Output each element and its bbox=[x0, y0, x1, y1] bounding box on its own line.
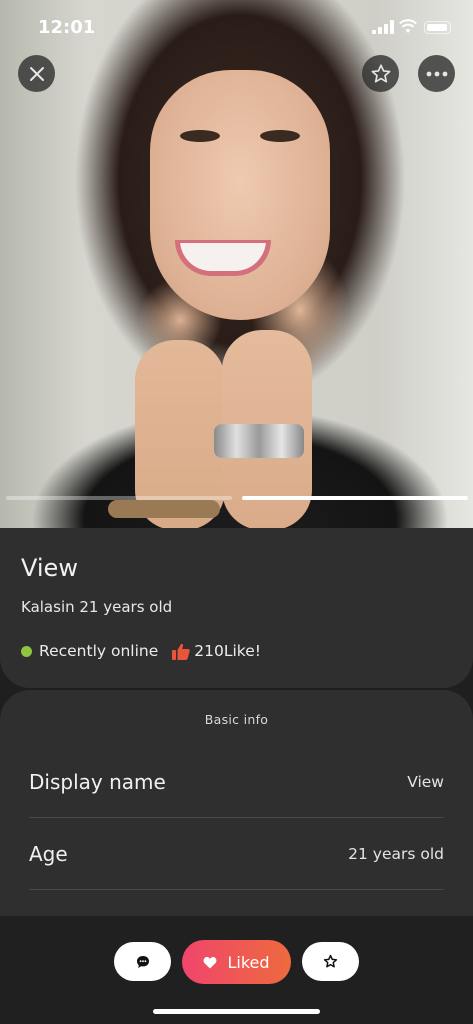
photo-face bbox=[150, 70, 330, 320]
chat-icon bbox=[136, 955, 149, 968]
bottom-action-bar: Liked bbox=[0, 916, 473, 1024]
basic-info-card: Basic info Display name View Age 21 year… bbox=[0, 690, 473, 950]
signal-icon bbox=[372, 20, 394, 34]
favorite-button[interactable] bbox=[302, 942, 359, 981]
star-icon bbox=[371, 63, 390, 83]
favorite-top-button[interactable] bbox=[362, 55, 399, 92]
info-row-age: Age 21 years old bbox=[29, 818, 444, 890]
heart-icon bbox=[204, 956, 217, 968]
more-icon bbox=[426, 71, 447, 76]
profile-photo[interactable] bbox=[0, 0, 473, 528]
liked-label: Liked bbox=[227, 952, 270, 972]
info-value: 21 years old bbox=[348, 845, 444, 863]
photo-bracelet bbox=[108, 500, 220, 518]
online-status-text: Recently online bbox=[39, 642, 159, 660]
photo-eye-left bbox=[180, 130, 220, 142]
info-row-display-name: Display name View bbox=[29, 746, 444, 818]
close-button[interactable] bbox=[18, 55, 55, 92]
info-value: View bbox=[407, 773, 444, 791]
thumbs-up-icon bbox=[172, 643, 190, 660]
battery-icon bbox=[424, 21, 451, 34]
basic-info-title: Basic info bbox=[204, 712, 269, 727]
liked-button[interactable]: Liked bbox=[182, 940, 291, 984]
online-dot bbox=[21, 645, 32, 657]
photo-indicator-2[interactable] bbox=[242, 496, 468, 500]
photo-watch bbox=[214, 424, 304, 458]
profile-name: View bbox=[21, 554, 78, 582]
star-outline-icon bbox=[323, 954, 338, 968]
status-time: 12:01 bbox=[38, 17, 96, 38]
profile-summary-card: View Kalasin 21 years old Recently onlin… bbox=[0, 528, 473, 688]
likes-count: 210Like! bbox=[194, 642, 261, 660]
more-button[interactable] bbox=[418, 55, 455, 92]
chat-button[interactable] bbox=[114, 942, 171, 981]
profile-subtitle: Kalasin 21 years old bbox=[21, 598, 173, 616]
home-indicator bbox=[153, 1009, 320, 1014]
profile-status-row: Recently online 210Like! bbox=[21, 642, 261, 660]
close-icon bbox=[29, 66, 44, 81]
status-bar: 12:01 bbox=[0, 0, 473, 56]
wifi-icon bbox=[399, 19, 417, 33]
info-label: Age bbox=[29, 842, 68, 866]
photo-indicator-1[interactable] bbox=[6, 496, 232, 500]
photo-eye-right bbox=[260, 130, 300, 142]
info-label: Display name bbox=[29, 770, 166, 794]
